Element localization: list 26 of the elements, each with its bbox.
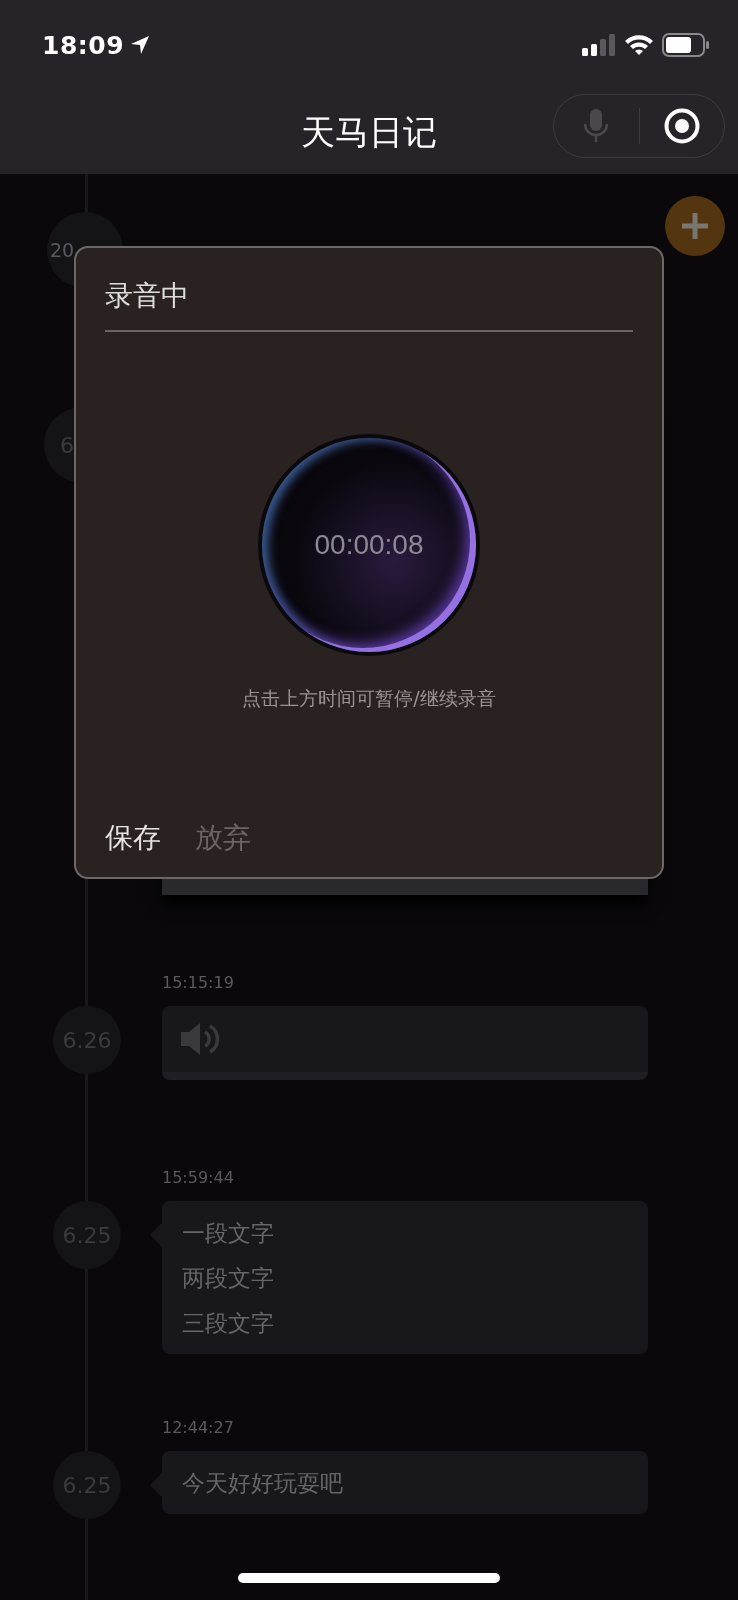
wifi-icon	[624, 34, 654, 56]
timer-button[interactable]: 00:00:08	[314, 529, 424, 561]
discard-button[interactable]: 放弃	[195, 819, 251, 857]
dialog-title: 录音中	[105, 278, 633, 332]
entry-text: 两段文字	[182, 1264, 275, 1293]
entry-text: 一段文字	[182, 1219, 275, 1248]
speaker-icon	[180, 1021, 220, 1057]
home-indicator[interactable]	[238, 1573, 500, 1583]
location-arrow-icon	[130, 35, 151, 55]
entry-time: 15:59:44	[162, 1167, 235, 1189]
page-title: 天马日记	[300, 111, 438, 154]
target-icon	[663, 108, 700, 144]
save-button[interactable]: 保存	[105, 819, 161, 857]
text-entry-card[interactable]: 今天好好玩耍吧	[162, 1451, 648, 1514]
signal-icon	[582, 34, 616, 56]
voice-entry-card[interactable]	[162, 1006, 648, 1080]
text-entry-card[interactable]: 一段文字 两段文字 三段文字	[162, 1201, 648, 1354]
plus-icon	[680, 211, 710, 241]
status-time: 18:09	[42, 30, 125, 60]
entry-text: 三段文字	[182, 1309, 275, 1338]
entry-text: 今天好好玩耍吧	[182, 1469, 344, 1498]
battery-icon	[662, 33, 710, 57]
entry-time: 12:44:27	[162, 1417, 235, 1439]
entry-time: 15:15:19	[162, 972, 235, 994]
hint-text: 点击上方时间可暂停/继续录音	[241, 686, 497, 711]
microphone-icon	[583, 108, 610, 144]
